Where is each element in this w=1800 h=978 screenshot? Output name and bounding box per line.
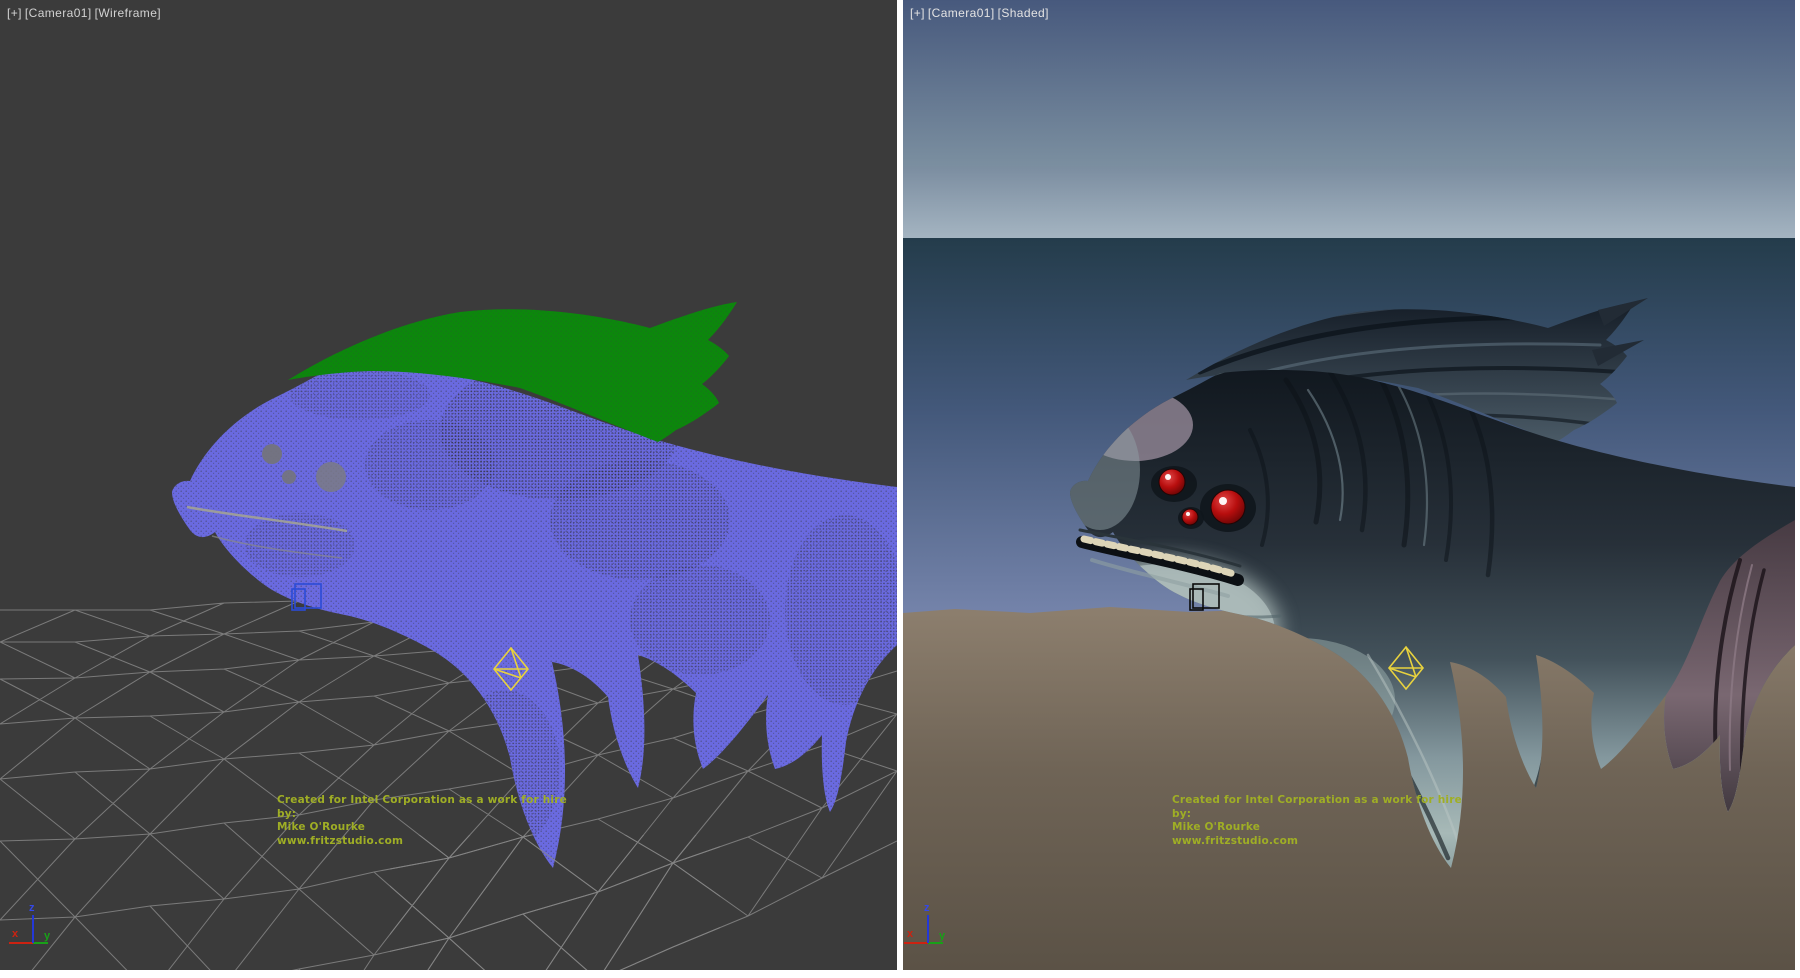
watermark-line2: Mike O'Rourke [277, 821, 577, 835]
watermark-text-shaded: Created for Intel Corporation as a work … [1172, 794, 1472, 848]
watermark-line2: Mike O'Rourke [1172, 821, 1472, 835]
watermark-line3: www.fritzstudio.com [277, 835, 577, 849]
viewport-label-shaded: [+][Camera01][Shaded] [910, 6, 1052, 20]
watermark-line1: Created for Intel Corporation as a work … [277, 794, 577, 821]
watermark-line1: Created for Intel Corporation as a work … [1172, 794, 1472, 821]
watermark-line3: www.fritzstudio.com [1172, 835, 1472, 849]
viewport-menu-camera[interactable]: [Camera01] [25, 6, 92, 20]
screenshot-root: x y z [0, 0, 1800, 978]
viewport-menu-general[interactable]: [+] [7, 6, 22, 20]
viewport-menu-general[interactable]: [+] [910, 6, 925, 20]
viewport-menu-camera[interactable]: [Camera01] [928, 6, 995, 20]
viewport-menu-shading[interactable]: [Wireframe] [95, 6, 161, 20]
watermark-text-wireframe: Created for Intel Corporation as a work … [277, 794, 577, 848]
viewport-label-wireframe: [+][Camera01][Wireframe] [7, 6, 164, 20]
viewport-menu-shading[interactable]: [Shaded] [998, 6, 1049, 20]
